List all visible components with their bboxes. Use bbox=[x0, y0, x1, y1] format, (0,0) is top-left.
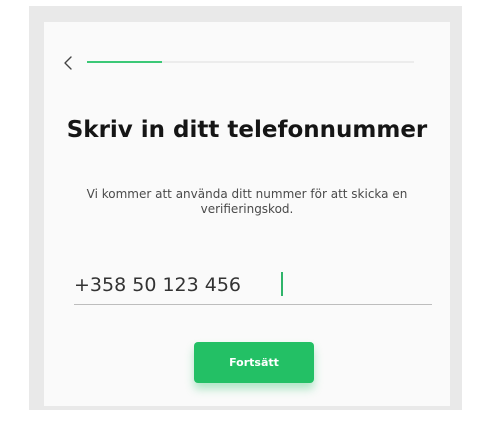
progress-bar-fill bbox=[87, 61, 163, 63]
progress-bar bbox=[87, 61, 414, 63]
phone-field bbox=[74, 270, 432, 305]
page-title: Skriv in ditt telefonnummer bbox=[66, 117, 428, 143]
screenshot-frame: Skriv in ditt telefonnummer Vi kommer at… bbox=[29, 6, 462, 410]
back-button[interactable] bbox=[60, 52, 76, 74]
text-cursor bbox=[281, 272, 283, 296]
page-subtitle: Vi kommer att använda ditt nummer för at… bbox=[86, 187, 408, 216]
phone-number-input[interactable] bbox=[74, 270, 432, 300]
phone-entry-card: Skriv in ditt telefonnummer Vi kommer at… bbox=[44, 22, 450, 406]
continue-button[interactable]: Fortsätt bbox=[194, 342, 314, 383]
chevron-left-icon bbox=[64, 56, 72, 70]
